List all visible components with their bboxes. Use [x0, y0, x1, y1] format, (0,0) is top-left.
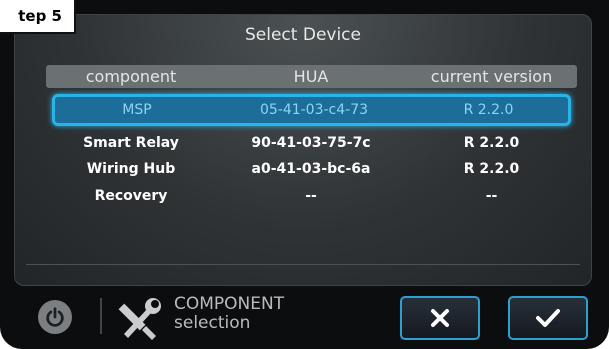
check-icon — [536, 309, 560, 327]
device-frame: Select Device component HUA current vers… — [0, 0, 609, 349]
column-header-version: current version — [430, 67, 553, 86]
mode-line-2: selection — [174, 313, 251, 333]
cell-component: Smart Relay — [83, 135, 179, 151]
cell-hua: -- — [305, 188, 317, 204]
table-row-recovery[interactable]: Recovery -- -- — [46, 184, 577, 208]
separator — [100, 298, 102, 334]
table-row-smart-relay[interactable]: Smart Relay 90-41-03-75-7c R 2.2.0 — [46, 131, 577, 155]
cell-hua: 90-41-03-75-7c — [251, 135, 371, 151]
cell-component: Wiring Hub — [86, 161, 176, 177]
cell-version: R 2.2.0 — [463, 135, 520, 151]
power-button[interactable] — [38, 300, 72, 334]
column-header-component: component — [85, 67, 177, 86]
step-label: tep 5 — [0, 0, 76, 34]
table-row-msp[interactable]: MSP 05-41-03-c4-73 R 2.2.0 — [52, 94, 571, 126]
cell-component: Recovery — [94, 188, 168, 204]
bottom-bar: COMPONENT selection — [14, 288, 592, 342]
cell-hua: a0-41-03-bc-6a — [251, 161, 371, 177]
close-icon — [431, 309, 449, 327]
cancel-button[interactable] — [400, 296, 480, 340]
tools-icon — [118, 298, 161, 340]
divider — [26, 264, 580, 265]
cell-version: R 2.2.0 — [463, 161, 520, 177]
column-header-hua: HUA — [293, 67, 329, 86]
device-screen: Select Device component HUA current vers… — [14, 14, 592, 286]
cell-component: MSP — [122, 102, 152, 118]
cell-version: R 2.2.0 — [463, 102, 514, 118]
cell-hua: 05-41-03-c4-73 — [259, 102, 369, 118]
confirm-button[interactable] — [508, 296, 588, 340]
power-icon — [46, 307, 64, 327]
cell-version: -- — [485, 188, 498, 204]
table-row-wiring-hub[interactable]: Wiring Hub a0-41-03-bc-6a R 2.2.0 — [46, 157, 577, 181]
mode-line-1: COMPONENT — [174, 294, 285, 314]
table-header: component HUA current version — [46, 65, 577, 88]
mode-label: COMPONENT selection — [174, 295, 284, 333]
screen-title: Select Device — [245, 25, 361, 45]
